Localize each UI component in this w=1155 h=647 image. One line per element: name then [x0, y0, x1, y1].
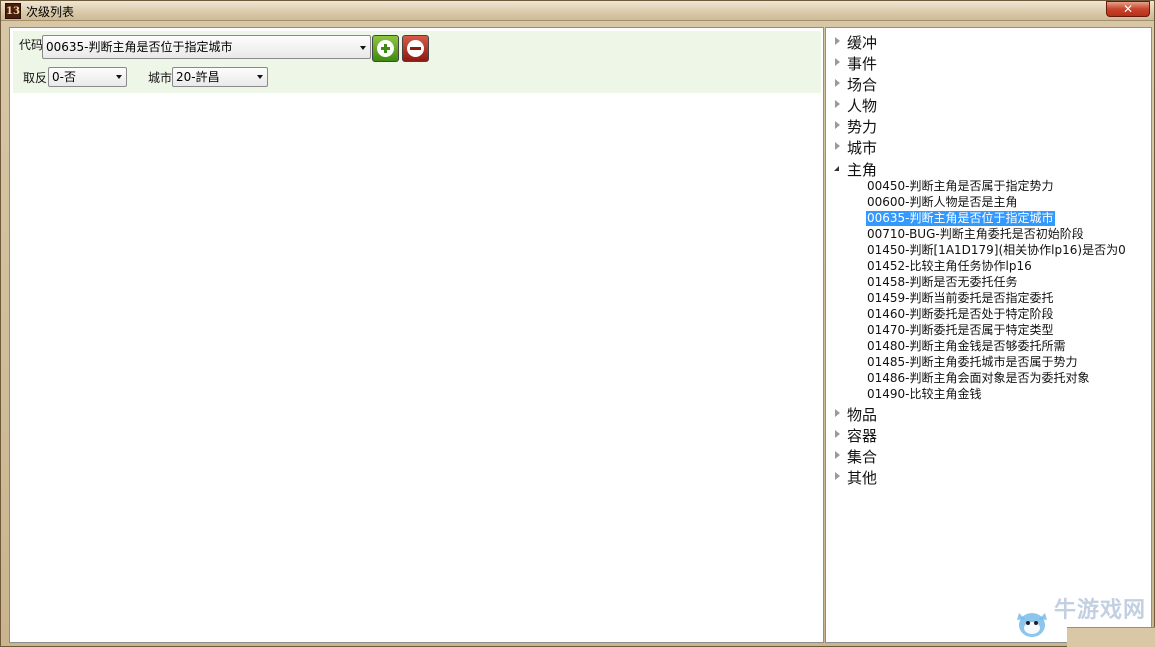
tree-leaf[interactable]: 01450-判断[1A1D179](相关协作lp16)是否为0 [866, 243, 1127, 258]
tree-leaf[interactable]: 01485-判断主角委托城市是否属于势力 [866, 355, 1079, 370]
tree-leaf[interactable]: 01458-判断是否无委托任务 [866, 275, 1019, 290]
negate-dropdown-value: 0-否 [52, 70, 76, 84]
tree-leaf[interactable]: 00600-判断人物是否是主角 [866, 195, 1019, 210]
code-dropdown-value: 00635-判断主角是否位于指定城市 [46, 40, 233, 54]
tree-leaf[interactable]: 00710-BUG-判断主角委托是否初始阶段 [866, 227, 1085, 242]
negate-dropdown[interactable]: 0-否 [48, 67, 127, 87]
mascot-icon [1017, 613, 1047, 637]
negate-label: 取反 [23, 71, 48, 85]
city-dropdown[interactable]: 20-許昌 [172, 67, 268, 87]
city-dropdown-value: 20-許昌 [176, 70, 220, 84]
window: 13 次级列表 ✕ 代码 00635-判断主角是否位于指定城市 取反 0-否 城… [0, 0, 1155, 647]
chevron-down-icon [360, 46, 366, 50]
tree-leaf[interactable]: 01490-比较主角金钱 [866, 387, 983, 402]
tree-node-label: 场合 [847, 76, 878, 94]
app-icon: 13 [5, 3, 21, 19]
chevron-down-icon [257, 75, 263, 79]
category-tree[interactable]: 缓冲 事件 场合 人物 势力 城市 主角 00450-判断主角是否属于指定势力 … [825, 27, 1152, 643]
remove-button[interactable] [402, 35, 429, 62]
expand-arrow-icon[interactable] [835, 142, 840, 150]
tree-leaf[interactable]: 01486-判断主角会面对象是否为委托对象 [866, 371, 1091, 386]
minus-icon-bar [410, 47, 421, 50]
tree-leaf[interactable]: 00450-判断主角是否属于指定势力 [866, 179, 1055, 194]
tree-node-label: 主角 [847, 161, 878, 179]
expand-arrow-icon[interactable] [835, 409, 840, 417]
expand-arrow-icon[interactable] [835, 79, 840, 87]
condition-editor-pane: 代码 00635-判断主角是否位于指定城市 取反 0-否 城市 20-許昌 [9, 27, 824, 643]
tree-node-label: 势力 [847, 118, 878, 136]
tree-leaf[interactable]: 01470-判断委托是否属于特定类型 [866, 323, 1055, 338]
tree-leaf[interactable]: 01459-判断当前委托是否指定委托 [866, 291, 1055, 306]
tree-node-label: 人物 [847, 97, 878, 115]
tree-node-label: 物品 [847, 406, 878, 424]
tree-node-label: 城市 [847, 139, 878, 157]
tree-leaf[interactable]: 01460-判断委托是否处于特定阶段 [866, 307, 1055, 322]
tree-node-label: 容器 [847, 427, 878, 445]
expand-arrow-icon[interactable] [835, 451, 840, 459]
tree-leaf[interactable]: 01452-比较主角任务协作lp16 [866, 259, 1033, 274]
expand-arrow-icon[interactable] [835, 37, 840, 45]
watermark: 牛游戏网 [1053, 598, 1146, 623]
code-dropdown[interactable]: 00635-判断主角是否位于指定城市 [42, 35, 371, 59]
window-title: 次级列表 [26, 5, 75, 19]
code-label: 代码 [19, 38, 44, 52]
tree-node-label: 集合 [847, 448, 878, 466]
chevron-down-icon [116, 75, 122, 79]
expand-arrow-icon[interactable] [835, 58, 840, 66]
expand-arrow-icon[interactable] [835, 100, 840, 108]
tree-node-label: 事件 [847, 55, 878, 73]
tree-node-label: 其他 [847, 469, 878, 487]
add-button[interactable] [372, 35, 399, 62]
tree-node-label: 缓冲 [847, 34, 878, 52]
city-label: 城市 [148, 71, 173, 85]
title-bar[interactable]: 13 次级列表 ✕ [1, 1, 1154, 21]
background-decoration [1067, 627, 1155, 647]
expand-arrow-icon[interactable] [835, 472, 840, 480]
collapse-arrow-icon[interactable] [834, 166, 839, 171]
expand-arrow-icon[interactable] [835, 430, 840, 438]
expand-arrow-icon[interactable] [835, 121, 840, 129]
close-button[interactable]: ✕ [1106, 1, 1150, 17]
tree-leaf-selected[interactable]: 00635-判断主角是否位于指定城市 [866, 211, 1055, 226]
tree-leaf[interactable]: 01480-判断主角金钱是否够委托所需 [866, 339, 1067, 354]
plus-icon-bar-vertical [384, 44, 387, 53]
